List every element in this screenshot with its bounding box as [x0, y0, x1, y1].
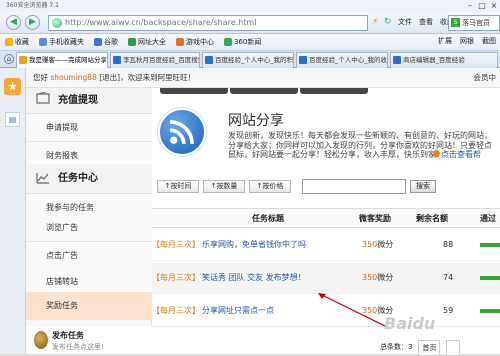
menu-file[interactable]: 文件 [398, 17, 412, 27]
favorites-bar: 收藏 手机收藏夹 谷歌 网址大全 游戏中心 360新闻 [0, 34, 500, 51]
share-logo [158, 108, 206, 156]
browser-side-strip [0, 68, 26, 354]
sidebar-item-withdraw[interactable]: 申请提现 [26, 114, 152, 142]
sidebar-item-browse-ads[interactable]: 浏览广告 [26, 214, 152, 242]
table-header: 任务标题 微客奖励 剩余名额 通过 [152, 208, 500, 228]
progress-bar [480, 309, 500, 313]
menu-view[interactable]: 查看 [419, 17, 433, 27]
wallet-icon [36, 92, 50, 104]
member-center-link[interactable]: 会员中 [474, 68, 497, 88]
col-reward: 微客奖励 [359, 214, 391, 223]
sites-icon [128, 38, 136, 46]
phone-icon [39, 38, 47, 46]
sidebar-item-reward-tasks[interactable]: 奖励任务 [26, 292, 152, 320]
sidebar-item-click-ads[interactable]: 点击广告 [26, 242, 152, 270]
bank-button[interactable]: 网银 [460, 36, 474, 46]
see-help-link[interactable]: 点击查看帮 [433, 149, 481, 160]
fav-collect[interactable]: 收藏 [0, 37, 34, 47]
content-tab-3[interactable] [300, 88, 368, 94]
sort-by-time-button[interactable]: ↑按时间 [157, 180, 199, 193]
desc-line-3: 鼠标，好网站要一起分享！轻松分享，收入丰厚，快乐到家！ [228, 150, 444, 159]
col-pass: 通过 [480, 214, 496, 223]
google-icon [94, 38, 102, 46]
progress-bar [480, 243, 500, 247]
table-row: 【每月三次】 乐享网购，免单省钱你中了吗 350微分 88 [152, 229, 500, 261]
news-icon [224, 38, 232, 46]
fav-sites[interactable]: 网址大全 [123, 37, 171, 47]
user-bar: 您好 shouming88 [退出]，欢迎来到阿里旺旺！ [26, 68, 500, 88]
content-tabs [160, 88, 368, 94]
tab-editor[interactable]: 商店编辑器_百度经验 [390, 52, 498, 68]
chart-line-icon [36, 173, 49, 184]
task-search-input[interactable] [302, 179, 406, 194]
col-remaining: 剩余名额 [416, 214, 448, 223]
globe-icon [52, 18, 62, 28]
fav-right-tools: 扩展 网银 截图 [438, 36, 496, 46]
col-title: 任务标题 [252, 214, 284, 223]
back-button[interactable]: ◀ [6, 15, 21, 30]
search-button[interactable]: 搜索 [410, 180, 436, 193]
fav-news[interactable]: 360新闻 [219, 37, 266, 47]
window-controls: – □ × [464, 0, 500, 12]
fav-google[interactable]: 谷歌 [89, 37, 123, 47]
book-icon[interactable]: ▤ [5, 112, 20, 127]
tab-collect[interactable]: 百度经验_个人中心_我的收藏 [296, 52, 388, 68]
tab-share[interactable]: 我是赚客——完成网站分享 [16, 52, 108, 68]
username: shouming88 [50, 73, 97, 82]
address-bar[interactable]: http://www.aiwv.cn/backspace/share/share… [48, 15, 368, 31]
minimize-icon[interactable]: – [464, 0, 476, 12]
annotation-arrow [318, 293, 386, 327]
window-title: 360安全浏览器 7.1 [0, 0, 500, 12]
browser-search-input[interactable]: S 落马官员 [448, 15, 500, 31]
info-dot-icon [433, 150, 440, 157]
sort-by-price-button[interactable]: ↑按价格 [249, 180, 291, 193]
fav-games[interactable]: 游戏中心 [171, 37, 219, 47]
lightning-icon[interactable]: ⚡ [372, 17, 378, 27]
rss-icon [169, 120, 194, 145]
close-icon[interactable]: × [488, 0, 500, 12]
home-icon[interactable]: ⌂ [4, 54, 14, 64]
search-engine-icon: S [451, 18, 460, 27]
sort-by-count-button[interactable]: ↑按数量 [203, 180, 245, 193]
extensions-button[interactable]: 扩展 [438, 36, 452, 46]
content-tab-1[interactable] [160, 88, 228, 94]
task-link[interactable]: 乐享网购，免单省钱你中了吗 [202, 229, 306, 261]
tab-search[interactable]: 李瓦秋月百度经验_百度搜索 [110, 52, 200, 68]
refresh-icon[interactable]: ↻ [384, 17, 392, 27]
tab-points[interactable]: 百度经验_个人中心_我的积分 [202, 52, 294, 68]
forward-button[interactable]: ▶ [25, 15, 40, 30]
medal-icon [34, 331, 48, 349]
logout-link[interactable]: [退出] [99, 73, 120, 82]
star-icon [5, 38, 13, 46]
task-link[interactable]: 分享网址只需点一点 [202, 295, 274, 327]
page-title: 网站分享 [228, 113, 284, 129]
progress-bar [480, 276, 500, 280]
content-tab-2[interactable] [230, 88, 298, 94]
favorite-star-icon[interactable]: ★ [4, 78, 21, 95]
address-text: http://www.aiwv.cn/backspace/share/share… [65, 18, 257, 27]
fav-mobile[interactable]: 手机收藏夹 [34, 37, 89, 47]
watermark: Baidu [384, 314, 436, 333]
game-icon [176, 38, 184, 46]
maximize-icon[interactable]: □ [476, 0, 488, 12]
publish-task-box[interactable]: 发布任务 发布任务点这里! [26, 326, 152, 354]
task-link[interactable]: 笑话秀 团队 交友 发布梦想！ [202, 262, 306, 294]
screenshot-button[interactable]: 截图 [482, 36, 496, 46]
